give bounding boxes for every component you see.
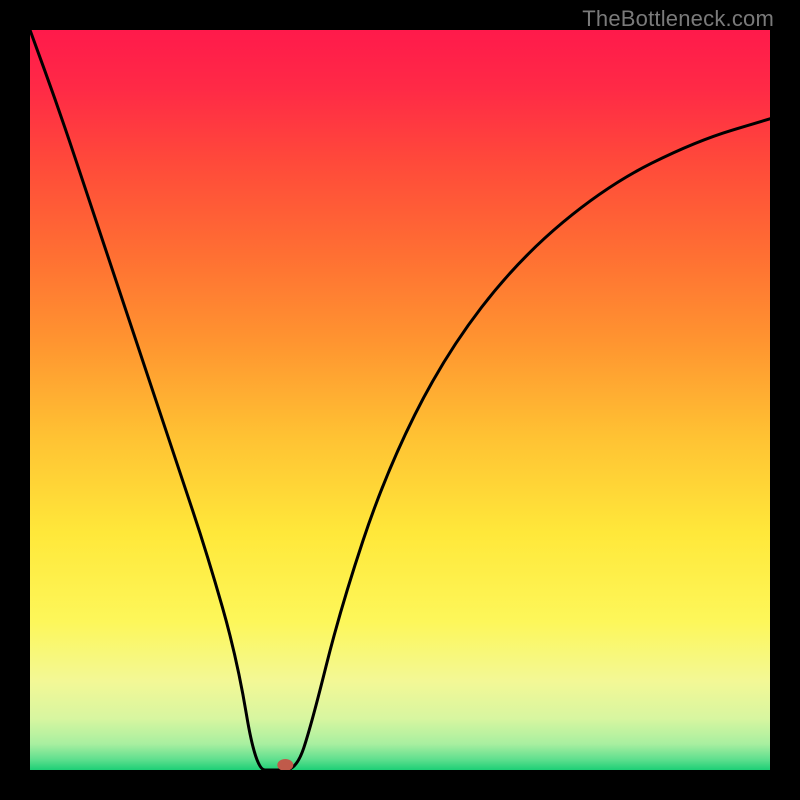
watermark-text: TheBottleneck.com	[582, 6, 774, 32]
bottleneck-curve	[30, 30, 770, 770]
chart-frame: TheBottleneck.com	[0, 0, 800, 800]
plot-area	[30, 30, 770, 770]
optimal-marker	[277, 759, 293, 770]
